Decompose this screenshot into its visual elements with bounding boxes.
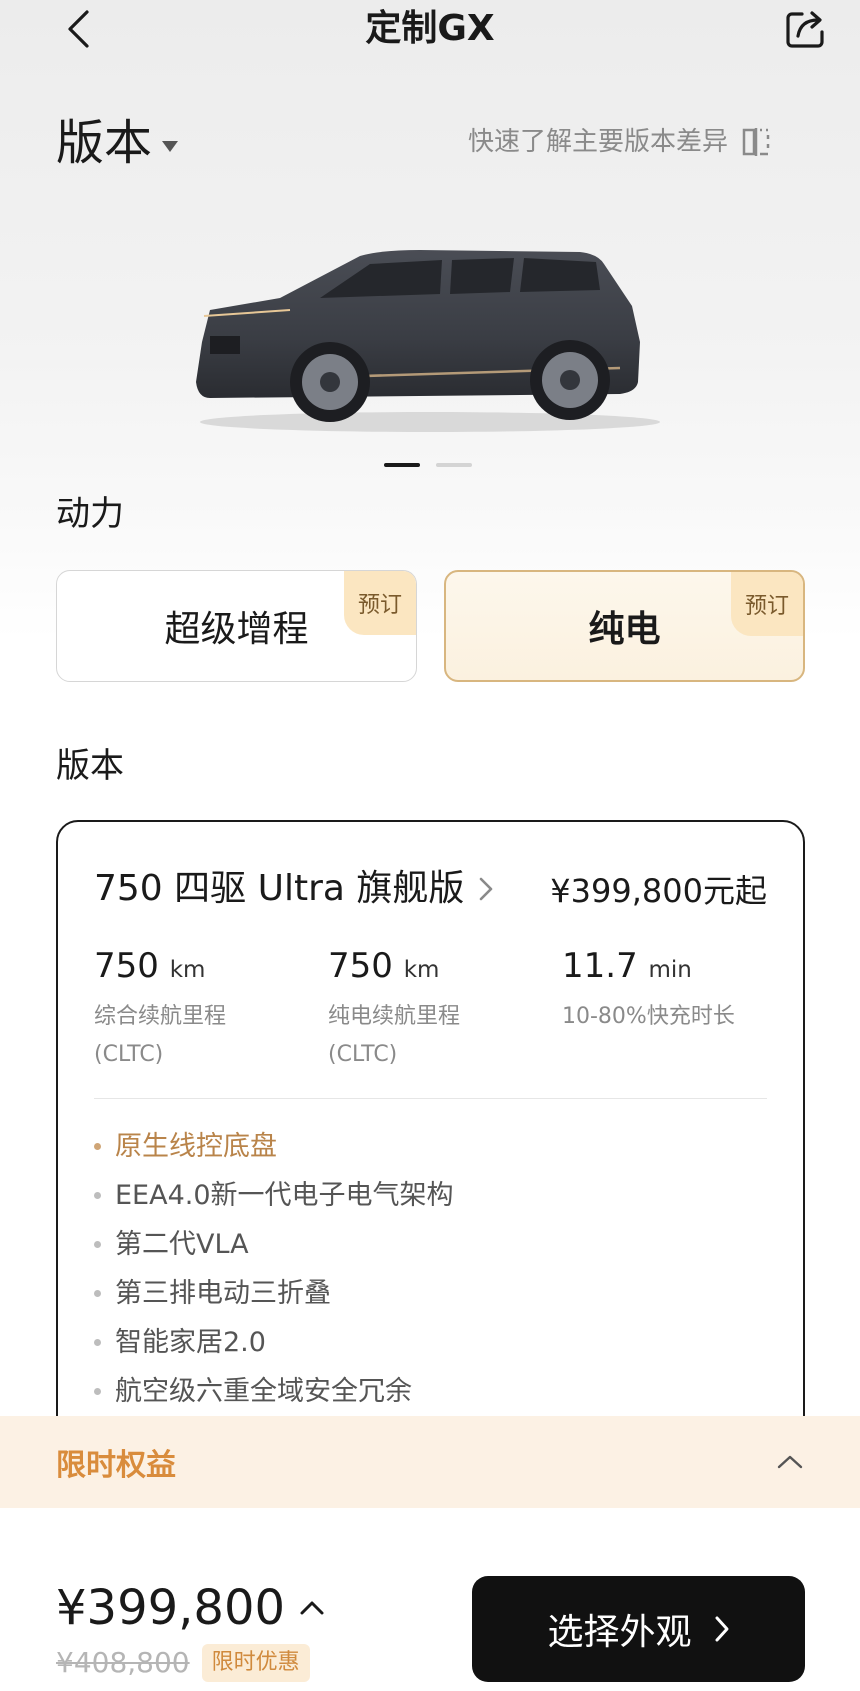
spec-desc: 纯电续航里程 xyxy=(328,1004,461,1029)
price-summary-toggle[interactable]: ¥399,800 xyxy=(56,1578,325,1638)
cta-label: 选择外观 xyxy=(547,1612,692,1653)
spec-value: 750 xyxy=(328,946,393,986)
spec-desc: 10-80%快充时长 xyxy=(562,1004,735,1029)
spec-range-electric: 750 km 纯电续航里程 (CLTC) xyxy=(328,944,548,1074)
chevron-up-icon xyxy=(300,1601,324,1615)
chevron-up-icon xyxy=(777,1455,803,1469)
feature-text: 智能家居2.0 xyxy=(115,1327,266,1358)
feature-text: 航空级六重全域安全冗余 xyxy=(115,1376,412,1407)
spec-unit: min xyxy=(648,957,692,983)
list-item: 智能家居2.0 xyxy=(94,1318,454,1367)
version-name-link[interactable]: 750 四驱 Ultra 旗舰版 xyxy=(94,864,494,914)
spec-fast-charge: 11.7 min 10-80%快充时长 xyxy=(562,944,782,1036)
spec-value: 750 xyxy=(94,946,159,986)
spec-unit: km xyxy=(403,957,440,983)
compare-link-label: 快速了解主要版本差异 xyxy=(468,127,729,157)
version-price: ¥399,800元起 xyxy=(550,872,767,910)
original-price-row: ¥408,800 限时优惠 xyxy=(56,1643,310,1683)
feature-text: 第三排电动三折叠 xyxy=(115,1278,331,1309)
feature-text: 原生线控底盘 xyxy=(115,1131,277,1162)
current-price: ¥399,800 xyxy=(56,1580,286,1636)
bottom-bar: ¥399,800 ¥408,800 限时优惠 选择外观 xyxy=(0,1508,860,1691)
bullet-icon xyxy=(94,1388,101,1395)
power-option-electric[interactable]: 纯电 预订 xyxy=(444,570,805,682)
list-item: 第二代VLA xyxy=(94,1220,454,1269)
version-heading-label: 版本 xyxy=(56,115,153,171)
list-item: 航空级六重全域安全冗余 xyxy=(94,1367,454,1416)
spec-unit: km xyxy=(169,957,206,983)
spec-desc-sub: (CLTC) xyxy=(94,1042,164,1067)
version-section-title: 版本 xyxy=(56,746,124,786)
promo-badge: 限时优惠 xyxy=(201,1644,310,1682)
chevron-right-icon xyxy=(480,877,493,901)
divider xyxy=(94,1098,767,1099)
benefits-toggle[interactable]: 限时权益 xyxy=(0,1416,860,1508)
carousel-dot[interactable] xyxy=(436,463,472,467)
caret-down-icon xyxy=(162,140,179,152)
feature-text: EEA4.0新一代电子电气架构 xyxy=(115,1180,454,1211)
list-item: EEA4.0新一代电子电气架构 xyxy=(94,1171,454,1220)
spec-desc-sub: (CLTC) xyxy=(328,1042,398,1067)
page-title: 定制GX xyxy=(365,8,495,49)
version-dropdown[interactable]: 版本 xyxy=(56,112,179,174)
spec-value: 11.7 xyxy=(562,946,638,986)
spec-desc: 综合续航里程 xyxy=(94,1004,227,1029)
chevron-right-icon xyxy=(715,1616,728,1642)
power-option-label: 纯电 xyxy=(588,609,661,650)
preorder-badge: 预订 xyxy=(344,571,416,635)
preorder-badge: 预订 xyxy=(731,572,803,636)
power-option-extended-range[interactable]: 超级增程 预订 xyxy=(56,570,417,682)
bullet-icon xyxy=(94,1241,101,1248)
version-card[interactable]: 750 四驱 Ultra 旗舰版 ¥399,800元起 750 km 综合续航里… xyxy=(56,820,805,1460)
bullet-icon xyxy=(94,1143,101,1150)
compare-icon xyxy=(742,128,770,156)
power-option-label: 超级增程 xyxy=(164,609,309,650)
share-icon[interactable] xyxy=(780,6,830,52)
carousel-indicator[interactable] xyxy=(384,463,472,467)
list-item: 原生线控底盘 xyxy=(94,1122,454,1171)
list-item: 第三排电动三折叠 xyxy=(94,1269,454,1318)
version-name: 750 四驱 Ultra 旗舰版 xyxy=(94,868,465,909)
bullet-icon xyxy=(94,1339,101,1346)
car-image[interactable] xyxy=(180,232,680,442)
original-price: ¥408,800 xyxy=(56,1646,190,1679)
benefits-label: 限时权益 xyxy=(56,1448,176,1483)
compare-versions-link[interactable]: 快速了解主要版本差异 xyxy=(468,122,770,162)
choose-exterior-button[interactable]: 选择外观 xyxy=(472,1576,805,1682)
feature-list: 原生线控底盘 EEA4.0新一代电子电气架构 第二代VLA 第三排电动三折叠 智… xyxy=(94,1122,454,1416)
spec-range-combined: 750 km 综合续航里程 (CLTC) xyxy=(94,944,314,1074)
power-section-title: 动力 xyxy=(56,494,124,534)
feature-text: 第二代VLA xyxy=(115,1229,249,1260)
bullet-icon xyxy=(94,1290,101,1297)
carousel-dot[interactable] xyxy=(384,463,420,467)
bullet-icon xyxy=(94,1192,101,1199)
